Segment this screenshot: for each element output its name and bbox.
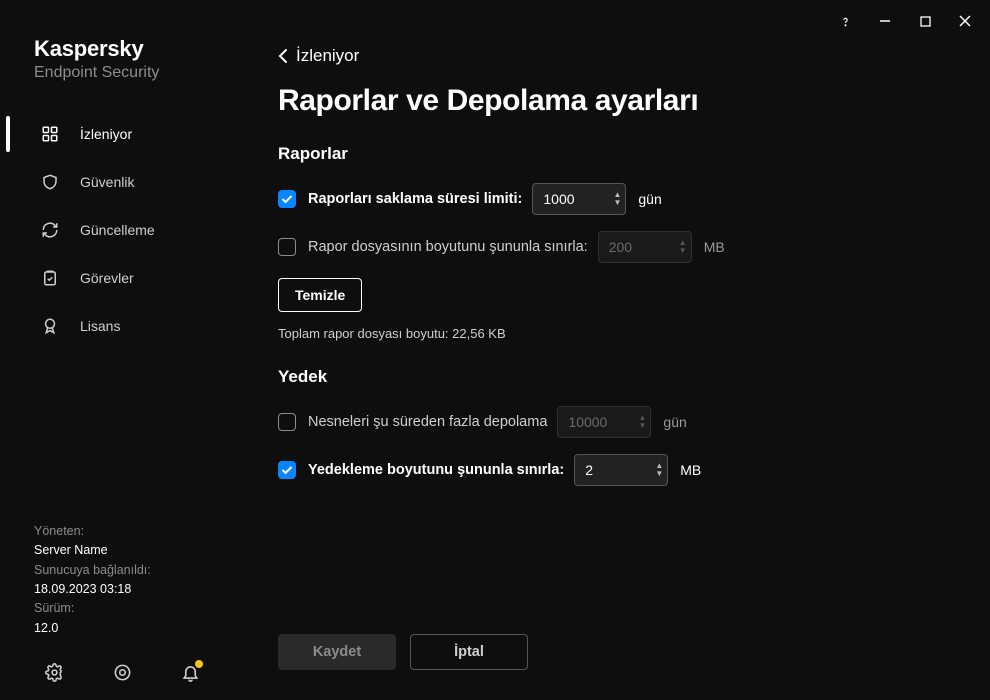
section-title-backup: Yedek [278, 367, 990, 387]
badge-icon [40, 316, 60, 336]
connected-label: Sunucuya bağlanıldı: [34, 561, 226, 580]
sidebar-item-label: Güvenlik [80, 174, 134, 190]
section-title-reports: Raporlar [278, 144, 990, 164]
backup-retain-checkbox[interactable] [278, 413, 296, 431]
chevron-left-icon [278, 49, 288, 63]
reports-total-note: Toplam rapor dosyası boyutu: 22,56 KB [278, 326, 990, 341]
sidebar-item-label: Güncelleme [80, 222, 155, 238]
step-down[interactable]: ▼ [655, 470, 663, 478]
clipboard-icon [40, 268, 60, 288]
brand-subtitle: Endpoint Security [34, 64, 226, 82]
sidebar-item-label: Lisans [80, 318, 120, 334]
version-value: 12.0 [34, 619, 226, 638]
step-down[interactable]: ▼ [613, 199, 621, 207]
sidebar-item-update[interactable]: Güncelleme [0, 206, 260, 254]
reports-size-checkbox[interactable] [278, 238, 296, 256]
notifications-button[interactable] [180, 662, 200, 682]
backup-size-spinner[interactable]: 2 ▲▼ [574, 454, 668, 486]
status-block: Yöneten: Server Name Sunucuya bağlanıldı… [0, 512, 260, 638]
step-down: ▼ [638, 422, 646, 430]
sidebar-item-label: İzleniyor [80, 126, 132, 142]
step-up: ▲ [679, 239, 687, 247]
reports-retain-label: Raporları saklama süresi limiti: [308, 191, 522, 207]
backup-retain-label: Nesneleri şu süreden fazla depolama [308, 414, 547, 430]
cancel-button[interactable]: İptal [410, 634, 528, 670]
reports-size-unit: MB [704, 239, 725, 255]
sidebar-item-tasks[interactable]: Görevler [0, 254, 260, 302]
reports-retain-spinner[interactable]: 1000 ▲▼ [532, 183, 626, 215]
sidebar-item-label: Görevler [80, 270, 134, 286]
clear-reports-button[interactable]: Temizle [278, 278, 362, 312]
sidebar-item-security[interactable]: Güvenlik [0, 158, 260, 206]
notification-dot [195, 660, 203, 668]
reports-size-spinner: 200 ▲▼ [598, 231, 692, 263]
sync-icon [40, 220, 60, 240]
version-label: Sürüm: [34, 599, 226, 618]
step-up: ▲ [638, 414, 646, 422]
reports-retain-checkbox[interactable] [278, 190, 296, 208]
sidebar-item-monitoring[interactable]: İzleniyor [0, 110, 260, 158]
reports-size-label: Rapor dosyasının boyutunu şununla sınırl… [308, 239, 588, 255]
backup-retain-value: 10000 [568, 414, 638, 430]
server-name: Server Name [34, 541, 226, 560]
reports-size-value: 200 [609, 239, 679, 255]
support-button[interactable] [112, 662, 132, 682]
backup-size-unit: MB [680, 462, 701, 478]
back-button[interactable]: İzleniyor [278, 46, 990, 66]
dashboard-icon [40, 124, 60, 144]
settings-button[interactable] [44, 662, 64, 682]
back-label: İzleniyor [296, 46, 359, 66]
reports-retain-unit: gün [638, 191, 661, 207]
brand-name: Kaspersky [34, 36, 226, 62]
step-down: ▼ [679, 247, 687, 255]
backup-size-checkbox[interactable] [278, 461, 296, 479]
backup-size-label: Yedekleme boyutunu şununla sınırla: [308, 462, 564, 478]
managed-by-label: Yöneten: [34, 522, 226, 541]
backup-size-value: 2 [585, 462, 655, 478]
sidebar-item-license[interactable]: Lisans [0, 302, 260, 350]
backup-retain-spinner: 10000 ▲▼ [557, 406, 651, 438]
connected-value: 18.09.2023 03:18 [34, 580, 226, 599]
shield-icon [40, 172, 60, 192]
backup-retain-unit: gün [663, 414, 686, 430]
save-button[interactable]: Kaydet [278, 634, 396, 670]
page-title: Raporlar ve Depolama ayarları [278, 84, 990, 118]
reports-retain-value: 1000 [543, 191, 613, 207]
